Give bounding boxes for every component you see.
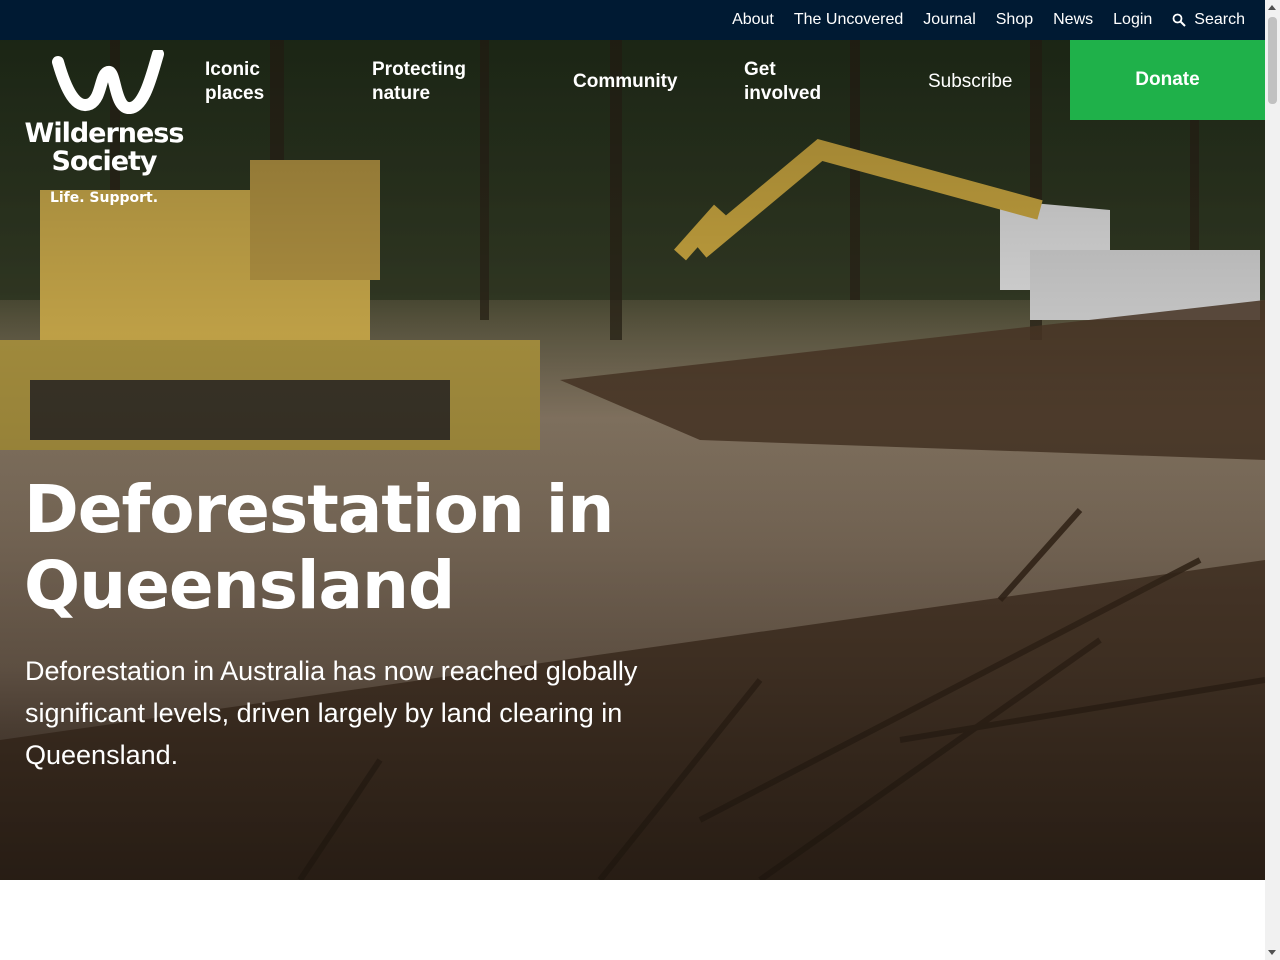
logo-tagline: Life. Support.: [49, 190, 159, 206]
nav-protecting-nature-line1: Protecting: [372, 59, 466, 80]
utility-bar: About The Uncovered Journal Shop News Lo…: [0, 0, 1265, 40]
scroll-down-icon[interactable]: [1268, 950, 1276, 955]
nav-iconic-places-line2: places: [205, 83, 265, 104]
main-navigation: Iconic places Protecting nature Communit…: [0, 40, 1265, 120]
hero-subtitle: Deforestation in Australia has now reach…: [25, 656, 638, 770]
nav-get-involved-line2: involved: [744, 83, 822, 104]
journal-link[interactable]: Journal: [923, 11, 975, 29]
news-link[interactable]: News: [1053, 11, 1093, 29]
page-title-line1: Deforestation in: [24, 471, 614, 548]
login-link[interactable]: Login: [1113, 11, 1152, 29]
the-uncovered-link[interactable]: The Uncovered: [794, 11, 903, 29]
logo-name-line1: Wilderness: [24, 118, 185, 149]
hero-banner: Wilderness Society Life. Support. Iconic…: [0, 40, 1265, 880]
search-link[interactable]: Search: [1172, 11, 1245, 29]
scroll-thumb[interactable]: [1268, 17, 1277, 104]
search-label: Search: [1194, 11, 1245, 28]
nav-get-involved-line1: Get: [744, 59, 776, 80]
scroll-up-icon[interactable]: [1268, 5, 1276, 10]
subscribe-link[interactable]: Subscribe: [928, 70, 1013, 94]
donate-button[interactable]: Donate: [1070, 40, 1265, 120]
logo-name-line2: Society: [51, 146, 157, 177]
nav-community[interactable]: Community: [573, 70, 678, 94]
about-link[interactable]: About: [732, 11, 774, 29]
nav-get-involved[interactable]: Get involved: [744, 58, 821, 106]
page-scrollbar[interactable]: [1265, 0, 1280, 960]
nav-protecting-nature[interactable]: Protecting nature: [372, 58, 466, 106]
shop-link[interactable]: Shop: [996, 11, 1033, 29]
nav-protecting-nature-line2: nature: [372, 83, 431, 104]
search-icon: [1172, 13, 1187, 27]
page-title-line2: Queensland: [24, 547, 455, 624]
page-title: Deforestation in Queensland: [24, 472, 664, 624]
nav-iconic-places-line1: Iconic: [205, 59, 260, 80]
nav-iconic-places[interactable]: Iconic places: [205, 58, 264, 106]
